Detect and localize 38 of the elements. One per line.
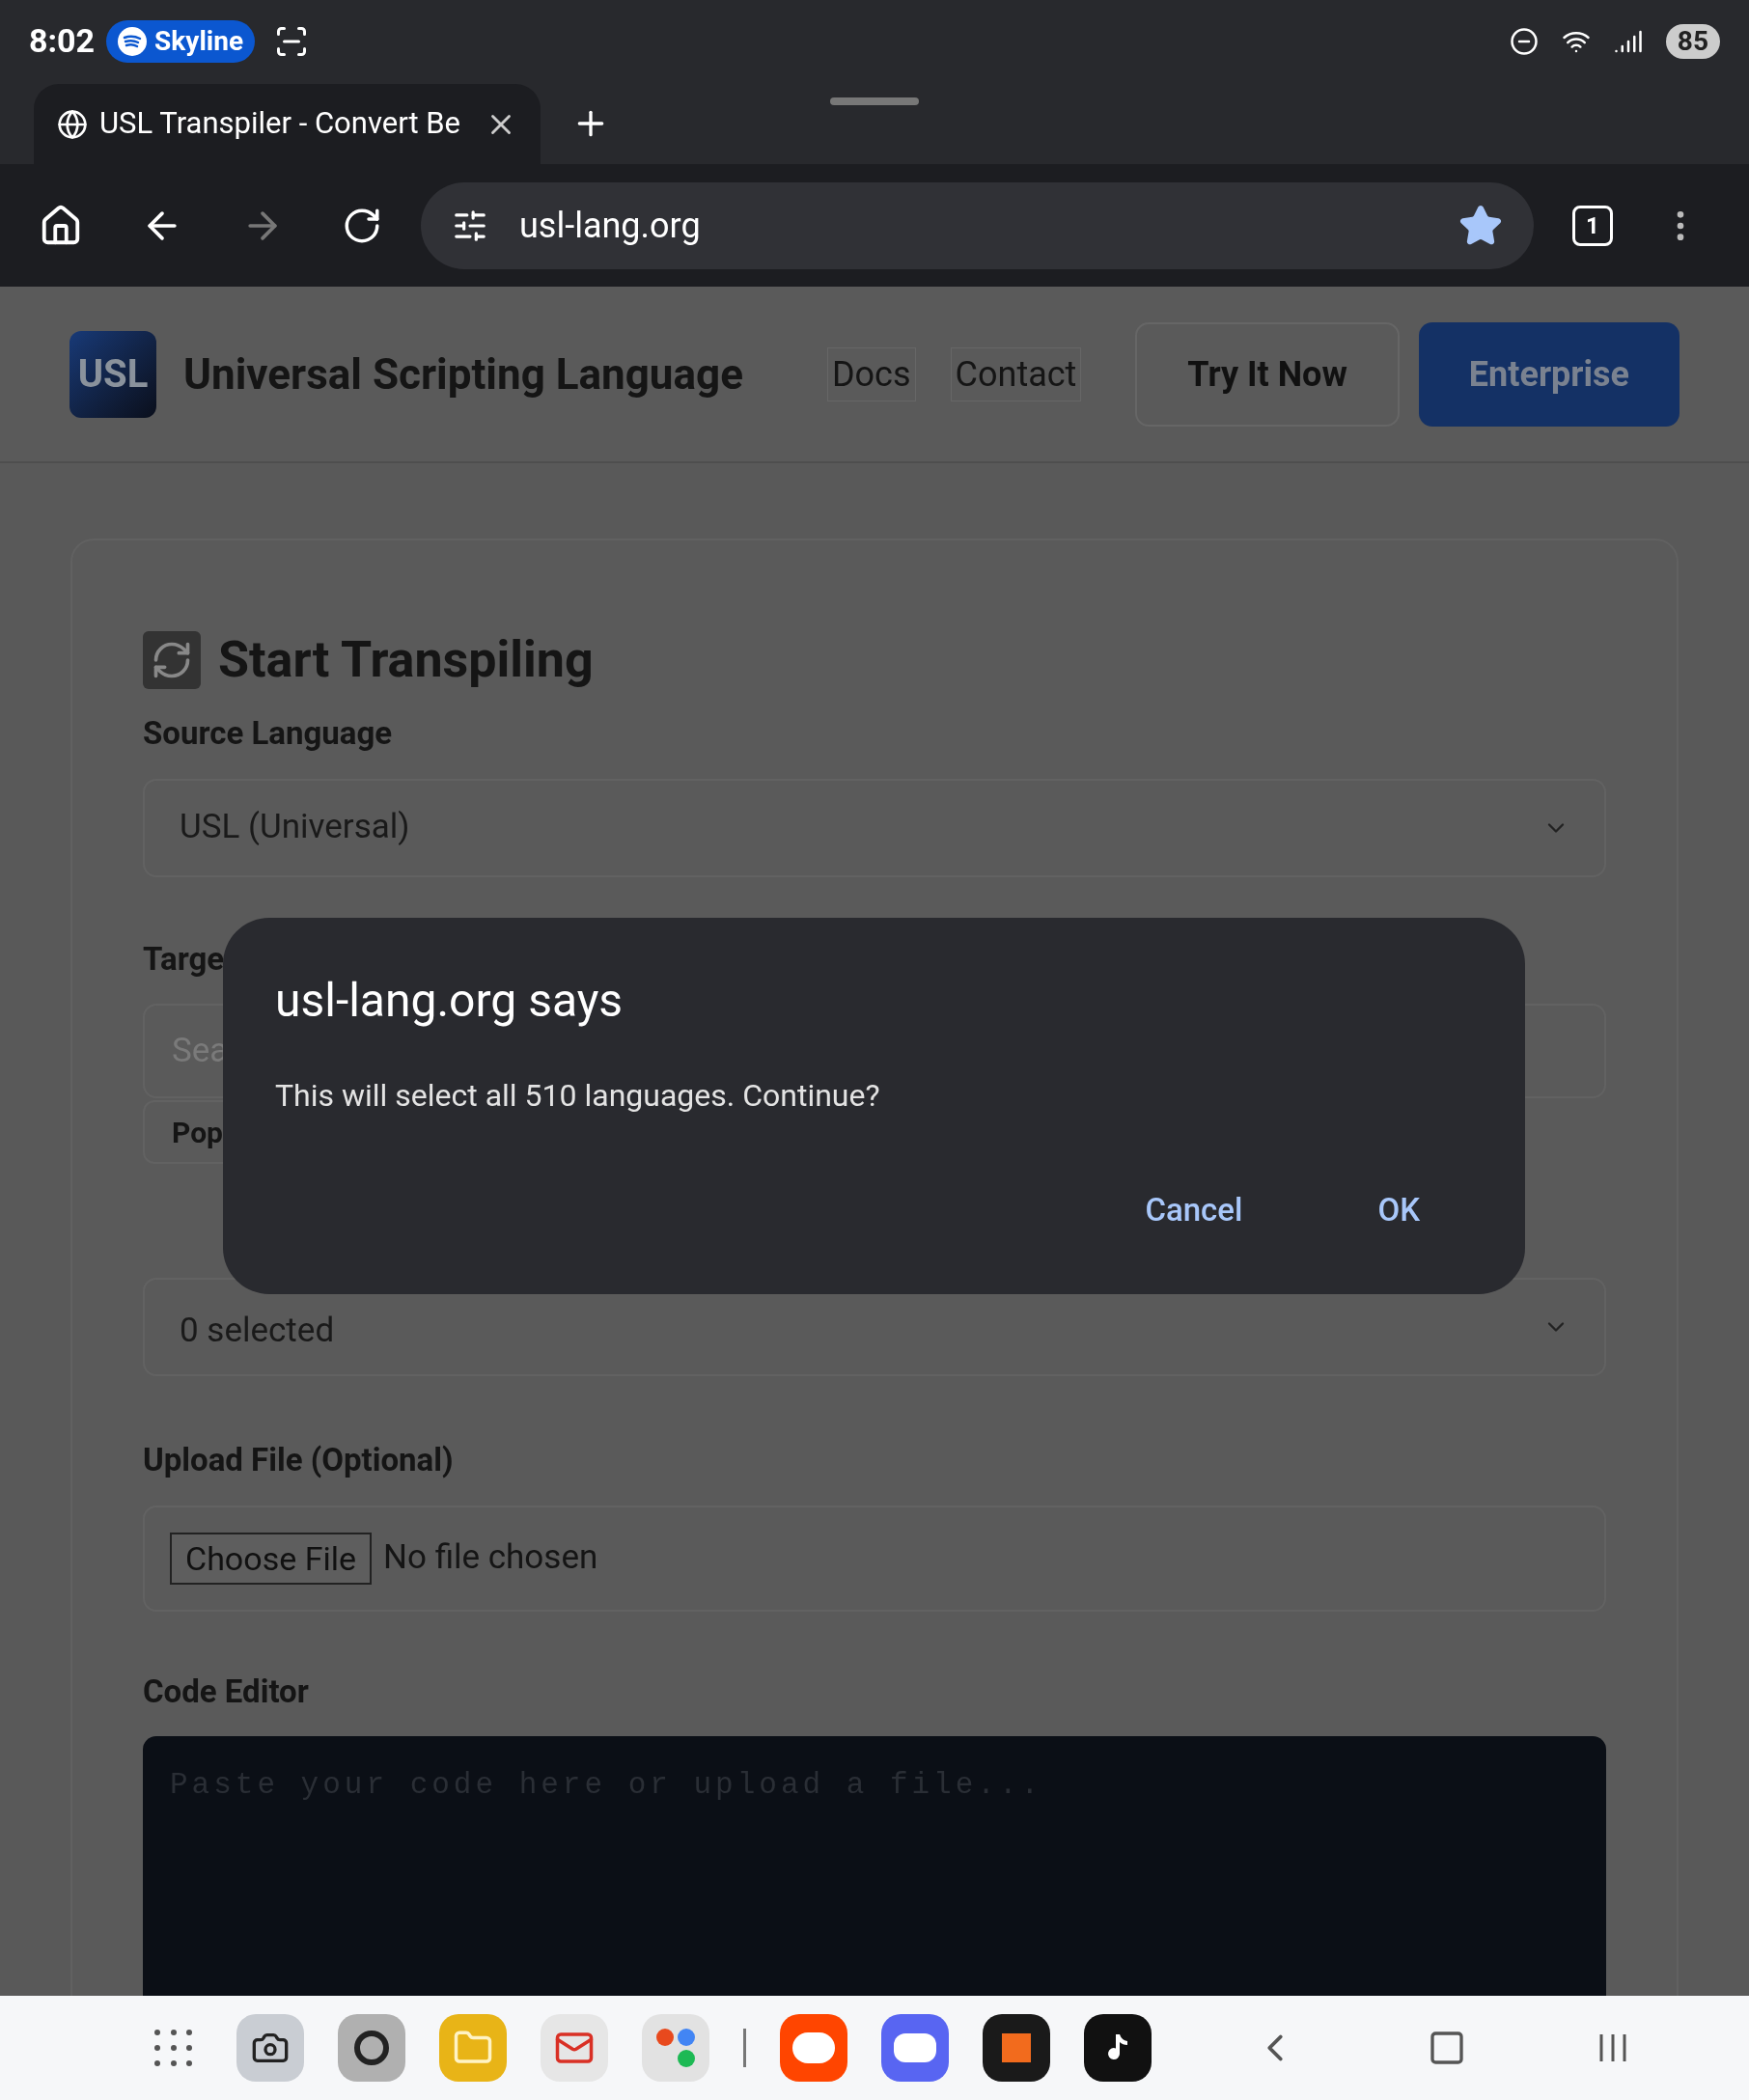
url-text: usl-lang.org: [519, 204, 702, 248]
tab-count[interactable]: 1: [1572, 205, 1613, 246]
music-note-app-icon[interactable]: [1084, 2014, 1152, 2082]
home-nav-icon[interactable]: [1428, 2029, 1466, 2067]
app-grid-icon[interactable]: [154, 2030, 193, 2066]
nav-link[interactable]: Contact: [950, 346, 1082, 401]
dialog-message: This will select all 510 languages. Continue?: [275, 1076, 881, 1116]
clock-time: 8:02: [29, 20, 96, 62]
cancel-button[interactable]: Cancel: [1145, 1186, 1243, 1234]
do-not-disturb-icon: [1509, 26, 1539, 56]
battery-level: 85: [1665, 23, 1720, 59]
field-label: Upload File (Optional): [143, 1440, 455, 1480]
tab-title: USL Transpiler - Convert Be: [99, 104, 461, 144]
mail-app-icon[interactable]: [541, 2014, 608, 2082]
source-language-select[interactable]: USL (Universal): [143, 778, 1606, 877]
refresh-icon: [143, 631, 201, 689]
dialog-title: usl-lang.org says: [275, 972, 625, 1030]
file-status: No file chosen: [383, 1536, 598, 1580]
address-bar[interactable]: usl-lang.org: [421, 181, 1534, 269]
site-logo[interactable]: USL: [69, 330, 156, 418]
media-title: Skyline: [154, 23, 244, 59]
browser-tab[interactable]: USL Transpiler - Convert Be: [34, 84, 541, 164]
try-button[interactable]: Try It Now: [1135, 321, 1400, 427]
field-label: Source Language: [143, 713, 394, 754]
field-label: Code Editor: [143, 1671, 310, 1712]
site-title: Universal Scripting Language: [183, 347, 743, 401]
nav-link[interactable]: Docs: [826, 346, 916, 401]
ok-button[interactable]: OK: [1377, 1186, 1420, 1234]
choose-file-button[interactable]: Choose File: [170, 1532, 372, 1585]
drag-handle[interactable]: [830, 97, 919, 105]
globe-icon: [57, 108, 88, 140]
enterprise-button[interactable]: Enterprise: [1418, 321, 1680, 427]
section-heading: Start Transpiling: [218, 629, 594, 691]
music-icon: [118, 26, 148, 56]
field-label: Targe: [143, 938, 226, 980]
media-chip[interactable]: Skyline: [106, 19, 256, 63]
camera-app-icon[interactable]: [236, 2014, 304, 2082]
app-folder-icon[interactable]: [642, 2014, 709, 2082]
